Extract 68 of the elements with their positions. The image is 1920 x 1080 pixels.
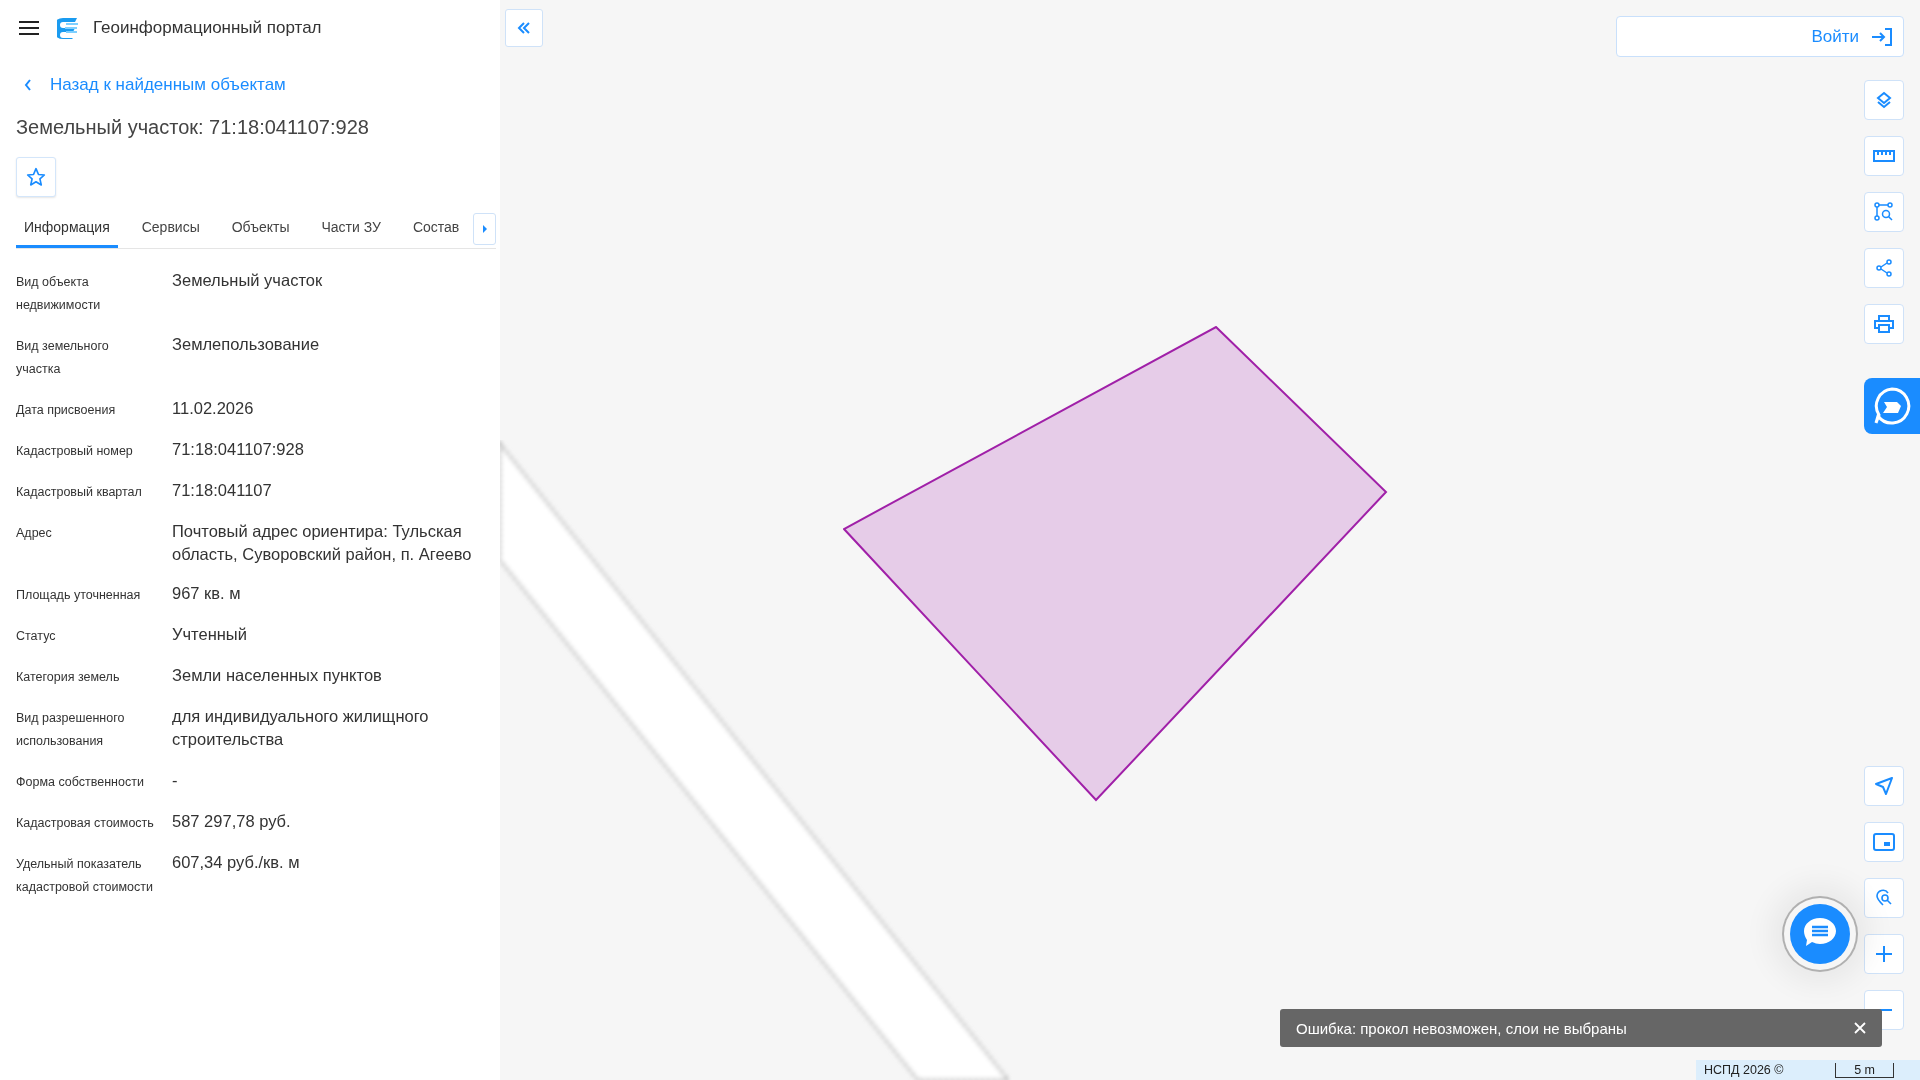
area-search-button[interactable]: [1864, 192, 1904, 232]
portal-title: Геоинформационный портал: [93, 18, 322, 38]
caret-right-icon: [481, 223, 488, 234]
field-value: Учтенный: [172, 624, 247, 645]
field-value: -: [172, 770, 178, 791]
field-value: для индивидуального жилищного строительства: [172, 706, 430, 750]
field-value: Почтовый адрес ориентира: Тульская область, Суворовский район, п. Агеево: [172, 521, 473, 565]
chevron-left-icon: [24, 79, 32, 91]
field-value: Земли населенных пунктов: [172, 665, 382, 686]
scale-bar: 5 m: [1835, 1062, 1894, 1078]
ruler-icon: [1873, 150, 1895, 162]
field-label: Форма собственности: [16, 774, 145, 791]
tab[interactable]: Сервисы: [133, 209, 208, 248]
layers-icon: [1875, 91, 1893, 109]
field-label: Кадастровый квартал: [16, 484, 143, 501]
double-chevron-left-icon: [517, 22, 531, 34]
field-value: 11.02.2026: [172, 398, 254, 419]
field-label: Адрес: [16, 525, 53, 542]
plus-icon: [1876, 946, 1892, 962]
favorite-button[interactable]: [16, 157, 56, 197]
minimap-button[interactable]: [1864, 822, 1904, 862]
area-search-icon: [1874, 202, 1894, 222]
field-label: Удельный показатель кадастровой стоимости: [16, 856, 154, 896]
field-label: Дата присвоения: [16, 402, 117, 419]
field-value: 71:18:041107:928: [172, 439, 304, 460]
zoom-in-button[interactable]: [1864, 934, 1904, 974]
field-value: 587 297,78 руб.: [172, 811, 291, 832]
minimap-icon: [1873, 833, 1895, 851]
field-value: 607,34 руб./кв. м: [172, 852, 300, 873]
menu-icon[interactable]: [19, 21, 39, 35]
field-value: 967 кв. м: [172, 583, 241, 604]
attribution-text: НСПД 2026 ©: [1704, 1063, 1784, 1077]
share-button[interactable]: [1864, 248, 1904, 288]
star-icon: [26, 167, 46, 187]
location-search-icon: [1875, 889, 1893, 907]
object-title: Земельный участок: 71:18:041107:928: [16, 116, 370, 139]
field-label: Вид разрешенного использования: [16, 710, 126, 750]
field-label: Вид объекта недвижимости: [16, 274, 102, 314]
field-value: Землепользование: [172, 334, 320, 355]
field-value: Земельный участок: [172, 270, 323, 291]
toast-message: Ошибка: прокол невозможен, слои не выбраны: [1296, 1019, 1627, 1037]
tab[interactable]: Информация: [16, 209, 118, 248]
field-label: Вид земельного участка: [16, 338, 110, 378]
navigation-arrow-icon: [1875, 777, 1893, 795]
tab[interactable]: Состав: [404, 209, 468, 248]
field-label: Статус: [16, 628, 57, 645]
field-label: Площадь уточненная: [16, 587, 142, 604]
field-value: 71:18:041107: [172, 480, 272, 501]
location-search-button[interactable]: [1864, 878, 1904, 918]
side-tab-button[interactable]: [1864, 378, 1920, 434]
map[interactable]: Войти Ошибка: прокол невозможен, слои не выбраны НСПД 2026 © 5 m: [500, 0, 1920, 1080]
printer-icon: [1874, 315, 1894, 333]
field-label: Кадастровый номер: [16, 443, 134, 460]
geolocation-button[interactable]: [1864, 766, 1904, 806]
share-icon: [1875, 259, 1893, 277]
collapse-panel-button[interactable]: [505, 9, 543, 47]
ruler-button[interactable]: [1864, 136, 1904, 176]
sign-in-icon: [1871, 26, 1893, 47]
field-label: Категория земель: [16, 669, 121, 686]
layers-button[interactable]: [1864, 80, 1904, 120]
map-chat-icon: [1872, 386, 1912, 426]
tab[interactable]: Объекты: [223, 209, 298, 248]
field-label: Кадастровая стоимость: [16, 815, 155, 832]
print-button[interactable]: [1864, 304, 1904, 344]
close-icon: [1854, 1022, 1866, 1034]
tab[interactable]: Части ЗУ: [313, 209, 389, 248]
tabs-scroll-button[interactable]: [473, 212, 496, 245]
logo-icon: [57, 17, 79, 39]
